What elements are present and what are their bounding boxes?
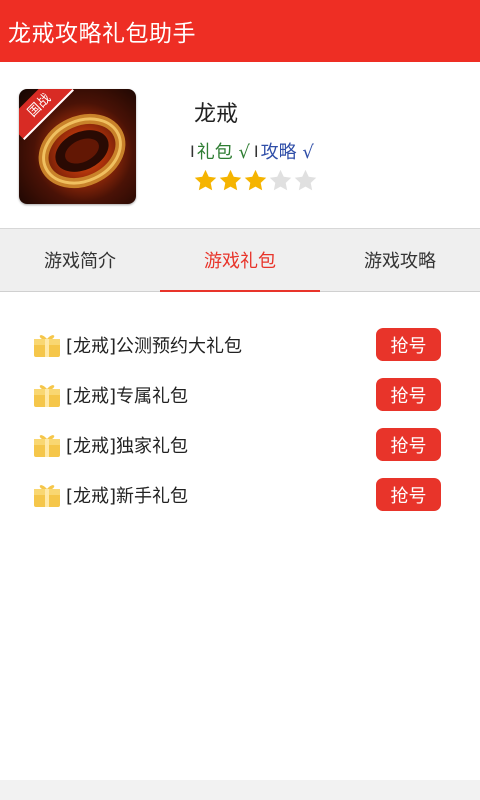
game-info-panel: 国战 龙戒 I 礼包 √ I 攻略 √ <box>0 62 480 228</box>
app-title: 龙戒攻略礼包助手 <box>8 21 196 47</box>
list-item[interactable]: [龙戒]独家礼包 抢号 <box>0 420 480 470</box>
star-empty-icon <box>269 169 292 191</box>
gift-title: [龙戒]专属礼包 <box>66 386 189 407</box>
grab-code-button[interactable]: 抢号 <box>376 428 441 461</box>
bottom-strip <box>0 780 480 800</box>
gift-title: [龙戒]新手礼包 <box>66 486 189 507</box>
list-item[interactable]: [龙戒]新手礼包 抢号 <box>0 470 480 520</box>
gift-title: [龙戒]独家礼包 <box>66 436 189 457</box>
grab-code-button[interactable]: 抢号 <box>376 378 441 411</box>
gift-box-icon <box>34 335 60 357</box>
tag-separator: I <box>253 141 259 161</box>
grab-code-button[interactable]: 抢号 <box>376 328 441 361</box>
star-filled-icon <box>219 169 242 191</box>
tag-separator: I <box>190 141 195 161</box>
tab-game-gifts[interactable]: 游戏礼包 <box>160 229 320 292</box>
list-item[interactable]: [龙戒]公测预约大礼包 抢号 <box>0 320 480 370</box>
gift-title: [龙戒]公测预约大礼包 <box>66 336 243 357</box>
tab-game-guide[interactable]: 游戏攻略 <box>320 229 480 291</box>
list-item[interactable]: [龙戒]专属礼包 抢号 <box>0 370 480 420</box>
game-icon: 国战 <box>19 89 136 204</box>
app-header: 龙戒攻略礼包助手 <box>0 0 480 62</box>
star-filled-icon <box>194 169 217 191</box>
tab-bar: 游戏简介 游戏礼包 游戏攻略 <box>0 228 480 292</box>
grab-code-button[interactable]: 抢号 <box>376 478 441 511</box>
game-name: 龙戒 <box>194 102 239 127</box>
star-filled-icon <box>244 169 267 191</box>
game-tags: I 礼包 √ I 攻略 √ <box>190 138 314 164</box>
gift-list: [龙戒]公测预约大礼包 抢号 [龙戒]专属礼包 抢号 [龙戒]独家礼包 抢号 [… <box>0 320 480 520</box>
gift-box-icon <box>34 385 60 407</box>
tab-game-intro[interactable]: 游戏简介 <box>0 229 160 291</box>
tag-guide: 攻略 √ <box>260 142 314 163</box>
gift-box-icon <box>34 485 60 507</box>
app-page: 龙戒攻略礼包助手 国战 龙戒 I 礼包 √ I 攻略 √ 游戏简介 游戏礼包 游… <box>0 0 480 800</box>
tag-gift: 礼包 √ <box>196 142 250 163</box>
gift-box-icon <box>34 435 60 457</box>
star-rating <box>193 168 318 193</box>
star-empty-icon <box>294 169 317 191</box>
